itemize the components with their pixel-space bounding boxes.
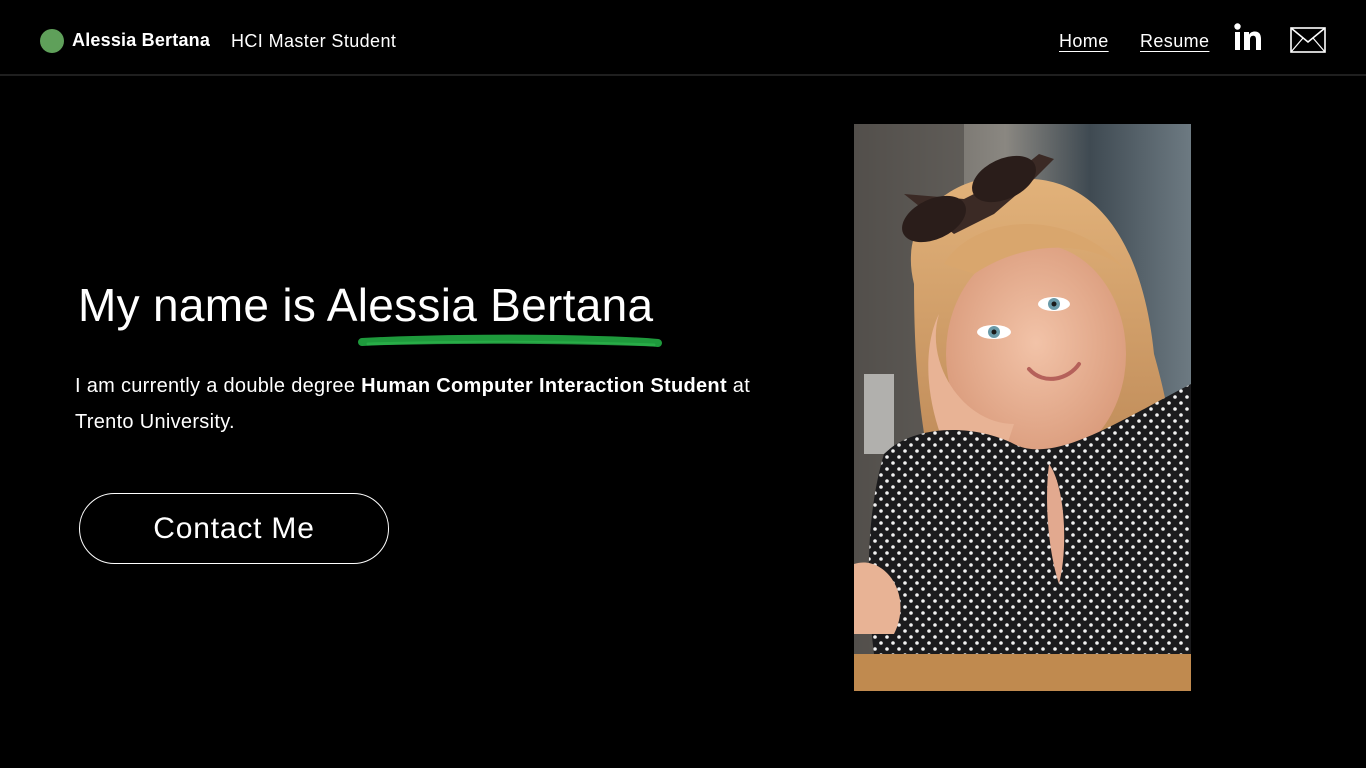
nav-home-link[interactable]: Home [1059,31,1109,52]
mail-icon[interactable] [1290,27,1326,53]
hero-description: I am currently a double degree Human Com… [75,368,755,440]
desc-text-1: I am currently a double degree [75,375,362,397]
green-underline-brush [358,334,662,347]
site-header: Alessia Bertana HCI Master Student Home … [0,0,1366,76]
portrait-photo [854,124,1191,691]
nav-resume-link[interactable]: Resume [1140,31,1209,52]
desc-bold-degree: Human Computer Interaction Student [361,375,727,397]
linkedin-icon[interactable] [1234,23,1264,51]
contact-me-button[interactable]: Contact Me [79,493,389,564]
brand-name[interactable]: Alessia Bertana [72,30,210,51]
brand-subtitle: HCI Master Student [231,31,397,51]
hero-title: My name is Alessia Bertana [78,279,654,331]
brand-dot [40,29,64,53]
